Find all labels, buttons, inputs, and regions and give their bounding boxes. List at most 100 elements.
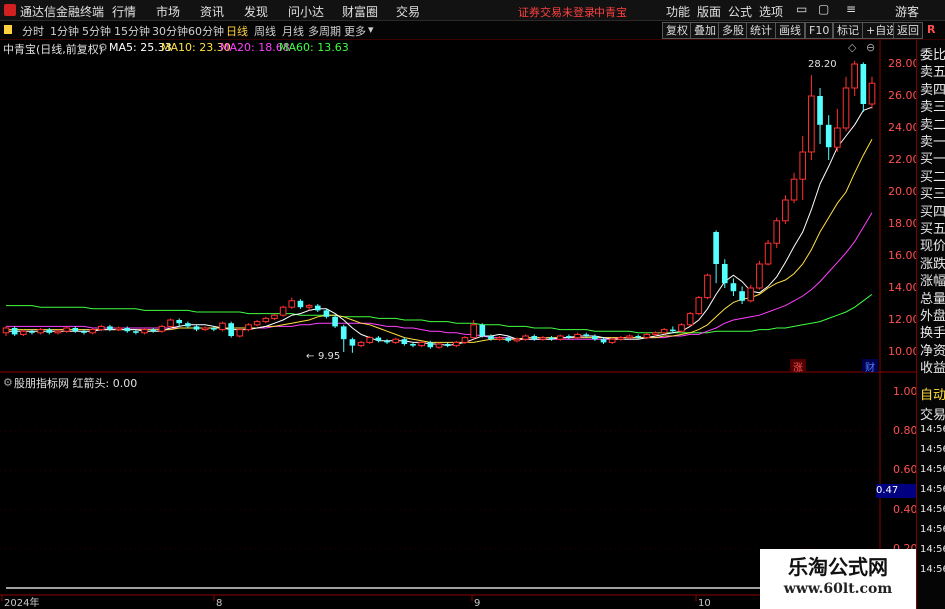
candle-body bbox=[124, 328, 131, 332]
badge-cai[interactable]: 财 bbox=[862, 359, 878, 374]
candle bbox=[262, 316, 270, 324]
candle-body bbox=[643, 333, 651, 339]
menu-item-gongneng[interactable]: 功能 bbox=[666, 3, 690, 20]
quote-field-label: 卖二 bbox=[920, 117, 945, 133]
tool-huaxian[interactable]: 画线 bbox=[775, 22, 805, 39]
kline-chart[interactable]: 2024年 8 9 10 bbox=[0, 40, 916, 609]
tool-tongji[interactable]: 统计 bbox=[746, 22, 776, 39]
tool-biaoji[interactable]: 标记 bbox=[833, 22, 863, 39]
chevron-down-icon[interactable]: ▾ bbox=[368, 23, 374, 36]
tool-fanhui[interactable]: 返回 bbox=[893, 22, 923, 39]
candle bbox=[531, 334, 538, 341]
candle bbox=[54, 329, 62, 335]
period-monthly[interactable]: 月线 bbox=[282, 23, 304, 39]
candle-body bbox=[158, 325, 166, 332]
date-label: 2024年 bbox=[4, 596, 39, 609]
quote-side-panel: 委比 卖五 卖四 卖三 卖二 卖一 买一 买二 买三 买四 买五 现价 涨跌 涨幅 总量 外盘 换手 净资 收益 自动… bbox=[916, 40, 945, 609]
quote-field-label: 换手 bbox=[920, 326, 945, 342]
candle bbox=[453, 340, 460, 348]
candle-body bbox=[539, 337, 547, 340]
candle bbox=[773, 217, 781, 248]
period-weekly[interactable]: 周线 bbox=[254, 23, 276, 39]
tool-diejia[interactable]: 叠加 bbox=[690, 22, 720, 39]
candle-body bbox=[288, 300, 296, 308]
candle-body bbox=[11, 328, 18, 335]
candle bbox=[201, 326, 209, 332]
candle-body bbox=[764, 242, 772, 265]
menu-item-jiaoyi[interactable]: 交易 bbox=[396, 3, 420, 20]
candle bbox=[297, 299, 304, 309]
candle-body bbox=[427, 342, 434, 348]
candle bbox=[435, 342, 443, 349]
trade-panel-label[interactable]: 交易 bbox=[920, 404, 945, 423]
period-30min[interactable]: 30分钟 bbox=[152, 23, 188, 39]
quote-field-label: 涨幅 bbox=[920, 274, 945, 290]
quote-field-label: 买一 bbox=[920, 152, 945, 168]
menu-item-zixun[interactable]: 资讯 bbox=[200, 3, 224, 20]
candle-body bbox=[418, 341, 425, 347]
period-more[interactable]: 更多 bbox=[344, 23, 366, 39]
date-label: 8 bbox=[216, 598, 222, 609]
menu-icon[interactable]: ≡ bbox=[846, 2, 856, 16]
trade-panel-label[interactable]: 自动 bbox=[920, 384, 945, 403]
period-multi[interactable]: 多周期 bbox=[308, 23, 341, 39]
lock-icon[interactable]: ▢ bbox=[818, 2, 829, 16]
candle bbox=[747, 284, 755, 303]
menu-item-caifuquan[interactable]: 财富圈 bbox=[342, 3, 378, 20]
menu-item-xuanxiang[interactable]: 选项 bbox=[759, 3, 783, 20]
candle bbox=[479, 323, 486, 338]
menu-item-wenxiaoda[interactable]: 问小达 bbox=[288, 3, 324, 20]
candle-body bbox=[496, 337, 503, 340]
quote-field-label: 现价 bbox=[920, 239, 945, 255]
period-5min[interactable]: 5分钟 bbox=[82, 23, 111, 39]
candle-body bbox=[133, 331, 139, 333]
sub-settings-icon[interactable]: ⚙ bbox=[3, 376, 13, 389]
candle bbox=[305, 304, 313, 311]
candle-body bbox=[617, 337, 625, 340]
period-1min[interactable]: 1分钟 bbox=[50, 23, 79, 39]
watermark-url: www.60lt.com bbox=[783, 581, 893, 597]
candle-body bbox=[185, 323, 191, 327]
sub-y-tick-label: 1.00 bbox=[893, 385, 918, 398]
period-daily[interactable]: 日线 bbox=[226, 23, 248, 39]
minimize-icon[interactable]: ▭ bbox=[796, 2, 807, 16]
app-logo-icon bbox=[4, 4, 16, 16]
r-icon[interactable]: R bbox=[927, 23, 935, 36]
candle-body bbox=[773, 220, 781, 244]
tool-fuquan[interactable]: 复权 bbox=[662, 22, 692, 39]
trade-login-notice[interactable]: 证券交易未登录 bbox=[518, 4, 595, 20]
menu-item-banmian[interactable]: 版面 bbox=[697, 3, 721, 20]
candle bbox=[89, 328, 96, 335]
y-tick-label: 18.00 bbox=[888, 217, 920, 230]
period-15min[interactable]: 15分钟 bbox=[114, 23, 150, 39]
candle-body bbox=[115, 327, 122, 331]
candle-body bbox=[868, 82, 876, 105]
candle-body bbox=[245, 324, 252, 331]
candle-body bbox=[219, 322, 226, 331]
tool-duogu[interactable]: 多股 bbox=[718, 22, 748, 39]
candle bbox=[548, 336, 555, 341]
candle bbox=[141, 328, 148, 335]
menu-item-gongshi[interactable]: 公式 bbox=[728, 3, 752, 20]
candle-body bbox=[392, 338, 400, 343]
candle bbox=[158, 324, 166, 333]
tool-f10[interactable]: F10 bbox=[805, 22, 834, 39]
candle-body bbox=[262, 317, 270, 323]
guest-label[interactable]: 游客 bbox=[895, 3, 919, 20]
candle-body bbox=[211, 328, 217, 330]
tick-time: 14:56 bbox=[920, 444, 945, 455]
candle-body bbox=[228, 323, 234, 336]
menu-item-hangqing[interactable]: 行情 bbox=[112, 3, 136, 20]
candle bbox=[617, 336, 625, 341]
candle-body bbox=[548, 337, 555, 340]
candle bbox=[253, 320, 261, 327]
menu-item-shichang[interactable]: 市场 bbox=[156, 3, 180, 20]
candle-body bbox=[730, 283, 737, 292]
candle bbox=[63, 326, 70, 333]
badge-zhang[interactable]: 涨 bbox=[790, 359, 806, 374]
period-60min[interactable]: 60分钟 bbox=[188, 23, 224, 39]
y-tick-label: 12.00 bbox=[888, 313, 920, 326]
period-fenshi[interactable]: 分时 bbox=[22, 23, 44, 39]
menu-item-faxian[interactable]: 发现 bbox=[244, 3, 268, 20]
low-price-label: 9.95 bbox=[318, 351, 341, 362]
